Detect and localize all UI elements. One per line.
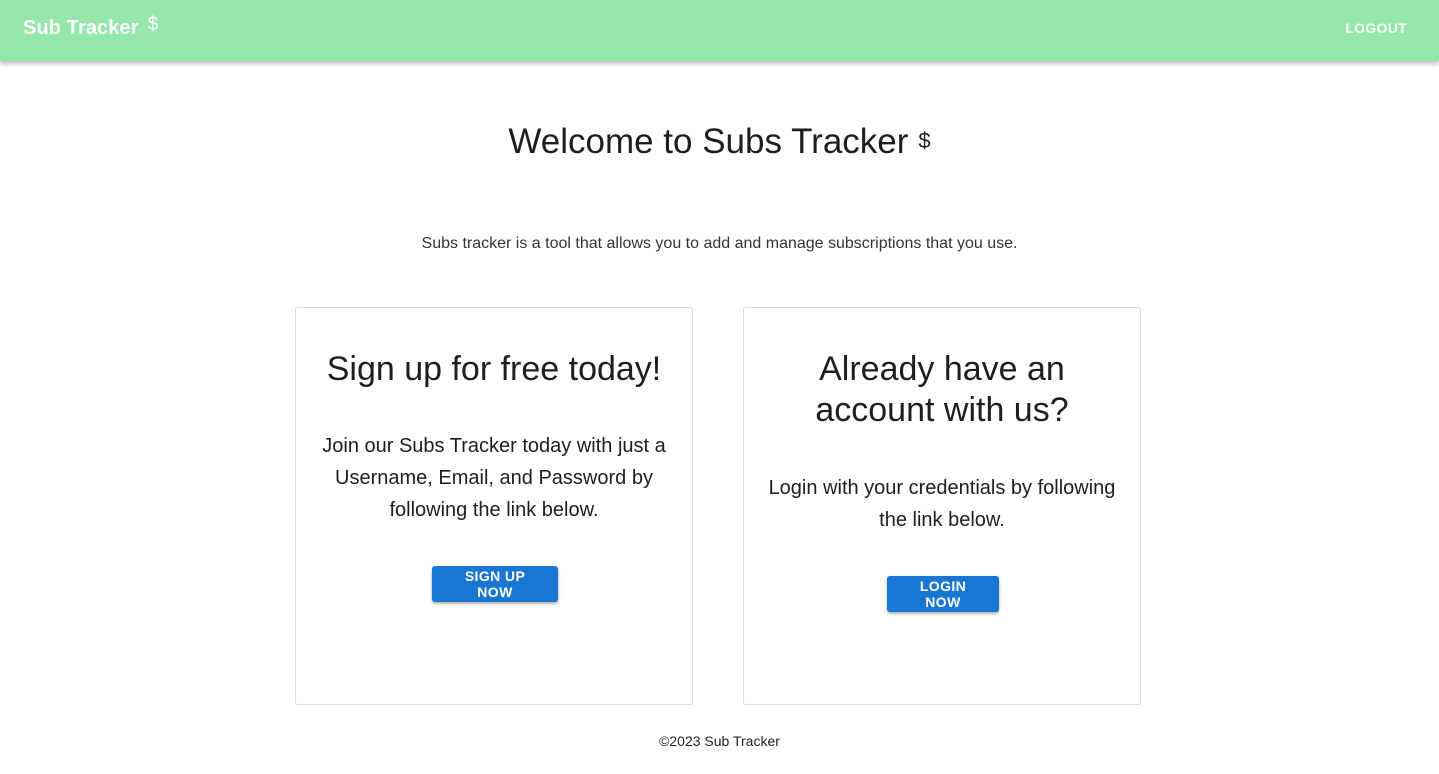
signup-card: Sign up for free today! Join our Subs Tr… [295,307,693,705]
page-title: Welcome to Subs Tracker $ [0,122,1439,162]
dollar-icon: $ [918,128,931,153]
login-card: Already have an account with us? Login w… [743,307,1141,705]
logout-button[interactable]: LOGOUT [1345,20,1407,36]
signup-heading: Sign up for free today! [326,350,662,388]
brand-title: Sub Tracker [23,17,139,39]
footer-copyright: ©2023 Sub Tracker [659,733,780,749]
tagline: Subs tracker is a tool that allows you t… [421,235,1018,252]
app-bar: Sub Tracker $ LOGOUT [0,0,1439,61]
login-button[interactable]: LOGIN NOW [887,576,999,612]
signup-button[interactable]: SIGN UP NOW [432,566,558,602]
page-title-text: Welcome to Subs Tracker [508,122,909,161]
signup-description: Join our Subs Tracker today with just a … [322,435,666,521]
brand-link[interactable]: Sub Tracker $ [23,13,159,40]
login-heading: Already have an account with us? [815,350,1069,429]
login-description: Login with your credentials by following… [768,477,1116,531]
dollar-icon: $ [147,13,159,35]
